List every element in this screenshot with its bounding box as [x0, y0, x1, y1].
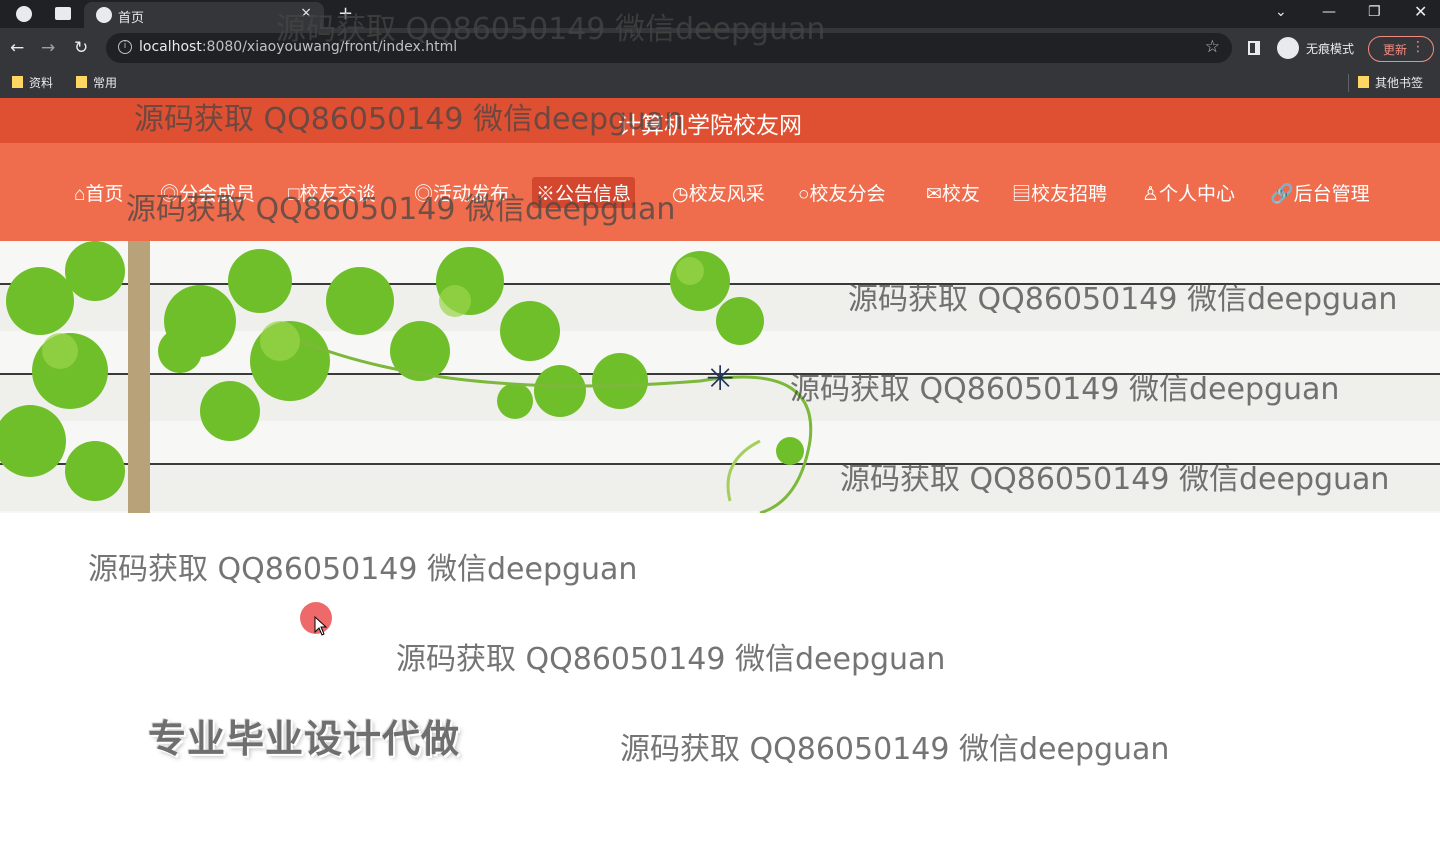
branch-icon: ○: [798, 184, 810, 205]
url-host: localhost: [139, 39, 202, 55]
user-icon: ♙: [1142, 184, 1160, 205]
bookmark-label: 其他书签: [1375, 76, 1424, 90]
reload-icon[interactable]: ↻: [74, 38, 88, 58]
nav-label: 校友: [941, 184, 980, 205]
bookmark-star-icon[interactable]: ☆: [1205, 37, 1220, 57]
watermark-text: 源码获取 QQ86050149 微信deepguan: [88, 552, 638, 587]
watermark-text: 源码获取 QQ86050149 微信deepguan: [276, 12, 826, 47]
watermark-text: 源码获取 QQ86050149 微信deepguan: [840, 462, 1390, 497]
nav-label: 首页: [85, 184, 124, 205]
loading-spinner-icon: ✳: [706, 359, 735, 399]
bookmark-label: 常用: [93, 76, 118, 90]
nav-style[interactable]: ◷校友风采: [668, 177, 769, 208]
mail-icon: ✉: [926, 184, 942, 205]
back-arrow-icon[interactable]: ←: [10, 38, 24, 58]
nav-label: 校友风采: [688, 184, 765, 205]
folder-icon: [1358, 76, 1369, 88]
watermark-text: 源码获取 QQ86050149 微信deepguan: [396, 642, 946, 677]
nav-label: 校友招聘: [1031, 184, 1108, 205]
nav-recruit[interactable]: ▤校友招聘: [1008, 177, 1111, 208]
watermark-text: 源码获取 QQ86050149 微信deepguan: [126, 192, 676, 227]
nav-profile[interactable]: ♙个人中心: [1138, 177, 1239, 208]
bookmark-label: 资料: [29, 76, 54, 90]
folder-icon: [76, 76, 87, 88]
minimize-icon[interactable]: —: [1322, 4, 1336, 20]
nav-alumni[interactable]: ✉校友: [922, 177, 984, 208]
home-icon: ⌂: [74, 184, 86, 205]
side-panel-icon[interactable]: [1248, 41, 1260, 55]
tab-title: 首页: [118, 11, 145, 26]
incognito-icon[interactable]: [1277, 37, 1299, 59]
bookmark-folder-changyong[interactable]: 常用: [76, 74, 117, 91]
nav-admin[interactable]: 🔗后台管理: [1266, 177, 1374, 208]
update-button[interactable]: 更新 ⋮: [1368, 36, 1434, 62]
recruit-icon: ▤: [1012, 184, 1032, 205]
nav-branch[interactable]: ○校友分会: [794, 177, 890, 208]
mouse-cursor-icon: [314, 616, 328, 636]
nav-label: 校友分会: [809, 184, 886, 205]
menu-dots-icon[interactable]: ⋮: [1411, 39, 1425, 55]
wood-post: [128, 241, 150, 513]
info-icon[interactable]: i: [118, 40, 132, 54]
other-bookmarks[interactable]: 其他书签: [1358, 74, 1423, 91]
tab-search-icon[interactable]: [55, 7, 71, 20]
incognito-label: 无痕模式: [1306, 42, 1355, 56]
globe-icon: [96, 7, 112, 23]
bookmark-folder-ziliao[interactable]: 资料: [12, 74, 53, 91]
update-label: 更新: [1383, 43, 1408, 57]
window-close-icon[interactable]: ✕: [1414, 2, 1427, 21]
nav-home[interactable]: ⌂首页: [70, 177, 128, 208]
slogan-text: 专业毕业设计代做: [148, 717, 461, 761]
nav-label: 后台管理: [1293, 184, 1370, 205]
watermark-text: 源码获取 QQ86050149 微信deepguan: [620, 732, 1170, 767]
watermark-text: 源码获取 QQ86050149 微信deepguan: [790, 372, 1340, 407]
restore-icon[interactable]: ❐: [1368, 4, 1381, 20]
nav-label: 个人中心: [1159, 184, 1236, 205]
watermark-text: 源码获取 QQ86050149 微信deepguan: [134, 102, 684, 137]
chrome-icon[interactable]: [16, 6, 32, 22]
chevron-down-icon[interactable]: ⌄: [1275, 4, 1287, 20]
bookmarks-divider: [1348, 74, 1349, 92]
watermark-text: 源码获取 QQ86050149 微信deepguan: [848, 282, 1398, 317]
forward-arrow-icon[interactable]: →: [41, 38, 55, 58]
link-icon: 🔗: [1270, 184, 1294, 205]
folder-icon: [12, 76, 23, 88]
